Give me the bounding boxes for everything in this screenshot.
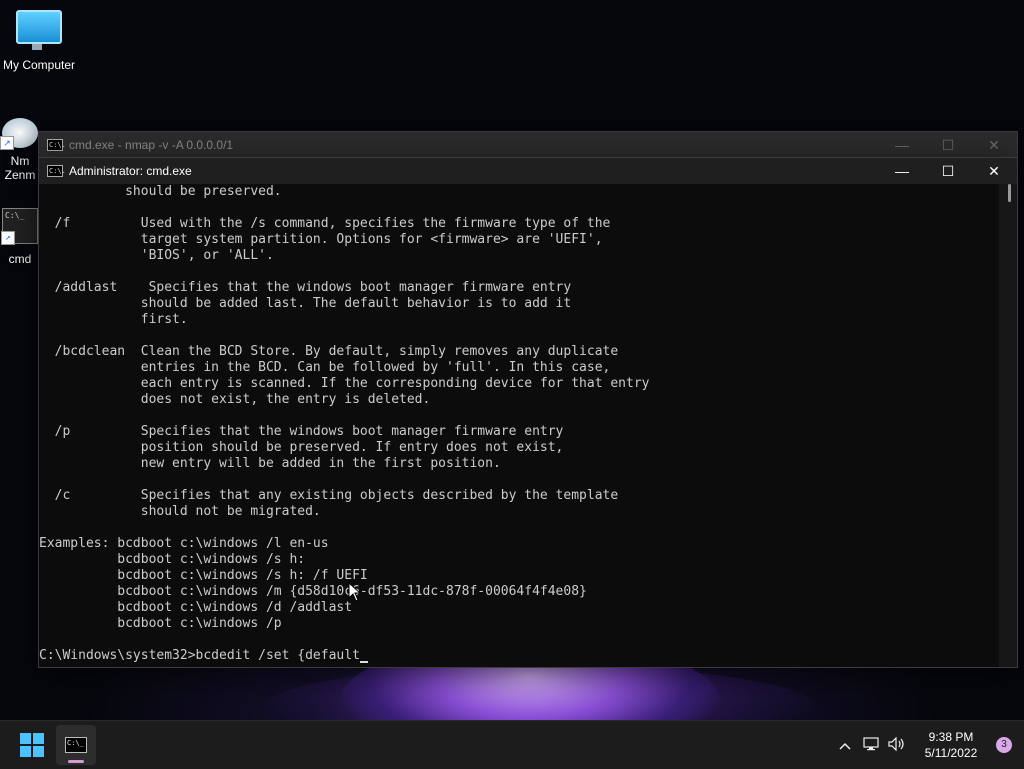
network-icon[interactable]: [858, 736, 884, 754]
minimize-button[interactable]: —: [879, 158, 925, 184]
console-line: bcdboot c:\windows /s h: /f UEFI: [39, 568, 368, 583]
taskbar-cmd-button[interactable]: C:\_: [56, 725, 96, 765]
console-line: /f Used with the /s command, specifies t…: [39, 216, 611, 231]
console-line: target system partition. Options for <fi…: [39, 232, 603, 247]
scrollbar[interactable]: [999, 184, 1017, 667]
console-line: each entry is scanned. If the correspond…: [39, 376, 650, 391]
console-output[interactable]: should be preserved. /f Used with the /s…: [39, 184, 999, 667]
system-tray: 9:38 PM 5/11/2022 3: [832, 721, 1024, 769]
eye-icon: ↗: [0, 118, 38, 150]
volume-icon[interactable]: [884, 736, 910, 754]
shortcut-arrow-icon: ↗: [1, 231, 15, 245]
desktop-icon-cmd[interactable]: C:\_ ↗ cmd: [0, 208, 40, 266]
console-line: 'BIOS', or 'ALL'.: [39, 248, 274, 263]
console-line: position should be preserved. If entry d…: [39, 440, 564, 455]
close-button[interactable]: ✕: [971, 132, 1017, 158]
desktop-icon-nmap[interactable]: ↗ Nm Zenm: [0, 118, 40, 182]
cmd-window[interactable]: C:\. Administrator: cmd.exe — ☐ ✕ should…: [38, 157, 1018, 668]
minimize-button[interactable]: —: [879, 132, 925, 158]
active-indicator: [68, 760, 84, 763]
console-line: first.: [39, 312, 188, 327]
console-line: bcdboot c:\windows /s h:: [39, 552, 306, 567]
console-line: /bcdclean Clean the BCD Store. By defaul…: [39, 344, 619, 359]
console-line: should be preserved.: [39, 184, 282, 199]
console-line: should not be migrated.: [39, 504, 321, 519]
shortcut-arrow-icon: ↗: [0, 136, 14, 150]
clock-date: 5/11/2022: [924, 746, 978, 760]
clock[interactable]: 9:38 PM 5/11/2022: [916, 729, 986, 761]
chevron-up-icon[interactable]: [832, 737, 858, 753]
console-line: /p Specifies that the windows boot manag…: [39, 424, 564, 439]
console-line: bcdboot c:\windows /d /addlast: [39, 600, 353, 615]
taskbar: C:\_ 9:38 PM 5/11/2022 3: [0, 720, 1024, 769]
desktop-icon-my-computer[interactable]: My Computer: [0, 10, 78, 72]
command-prompt[interactable]: C:\Windows\system32>bcdedit /set {defaul…: [39, 648, 999, 664]
close-button[interactable]: ✕: [971, 158, 1017, 184]
desktop-icon-label: cmd: [8, 252, 32, 266]
desktop-icon-label: My Computer: [2, 58, 76, 72]
prompt-text: C:\Windows\system32>bcdedit /set {defaul…: [39, 648, 360, 663]
window-title: cmd.exe - nmap -v -A 0.0.0.0/1: [69, 138, 234, 152]
terminal-icon: C:\_ ↗: [1, 208, 38, 245]
console-line: /c Specifies that any existing objects d…: [39, 488, 619, 503]
clock-time: 9:38 PM: [928, 730, 974, 744]
terminal-icon: C:\.: [47, 165, 66, 177]
console-line: bcdboot c:\windows /p: [39, 616, 282, 631]
window-title: Administrator: cmd.exe: [69, 164, 192, 178]
text-cursor: [359, 661, 368, 663]
windows-logo-icon: [20, 733, 44, 757]
console-line: bcdboot c:\windows /m {d58d10c6-df53-11d…: [39, 584, 587, 599]
desktop-icon-label: Nm Zenm: [4, 154, 36, 182]
console-line: /addlast Specifies that the windows boot…: [39, 280, 572, 295]
maximize-button[interactable]: ☐: [925, 132, 971, 158]
console-lines: should be preserved. /f Used with the /s…: [39, 184, 999, 648]
title-bar[interactable]: C:\. cmd.exe - nmap -v -A 0.0.0.0/1 — ☐ …: [39, 132, 1017, 158]
title-bar[interactable]: C:\. Administrator: cmd.exe — ☐ ✕: [39, 158, 1017, 184]
maximize-button[interactable]: ☐: [925, 158, 971, 184]
console-line: entries in the BCD. Can be followed by '…: [39, 360, 611, 375]
monitor-icon: [16, 10, 62, 50]
start-button[interactable]: [14, 729, 50, 761]
console-line: should be added last. The default behavi…: [39, 296, 572, 311]
console-line: Examples: bcdboot c:\windows /l en-us: [39, 536, 329, 551]
notification-badge[interactable]: 3: [996, 737, 1012, 753]
terminal-icon: C:\_: [65, 737, 87, 753]
scrollbar-thumb[interactable]: [1008, 184, 1011, 202]
terminal-icon: C:\.: [47, 139, 66, 151]
console-line: new entry will be added in the first pos…: [39, 456, 501, 471]
console-line: does not exist, the entry is deleted.: [39, 392, 431, 407]
